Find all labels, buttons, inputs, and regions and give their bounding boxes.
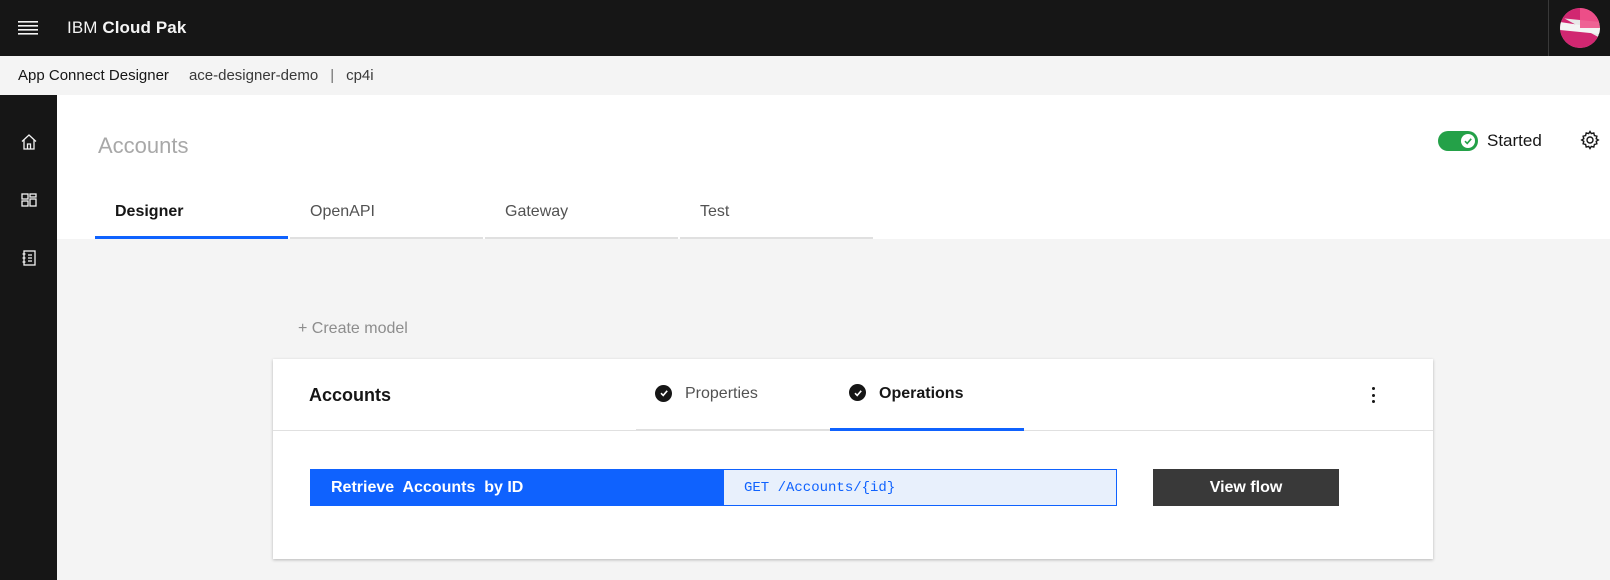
tab-properties-label: Properties bbox=[685, 385, 758, 402]
model-card: Accounts Properties Operations Retrieve … bbox=[273, 359, 1433, 559]
checkmark-icon bbox=[849, 384, 866, 401]
tab-designer[interactable]: Designer bbox=[95, 193, 288, 239]
operation-row: Retrieve Accounts by ID GET /Accounts/{i… bbox=[310, 469, 1117, 506]
model-tabs: Properties Operations bbox=[636, 359, 1024, 431]
dashboard-icon[interactable] bbox=[0, 171, 57, 229]
home-icon[interactable] bbox=[0, 113, 57, 171]
breadcrumb-separator: | bbox=[330, 67, 335, 84]
breadcrumb: App Connect Designer ace-designer-demo |… bbox=[0, 56, 1610, 95]
operation-path: GET /Accounts/{id} bbox=[724, 470, 1116, 505]
catalog-icon[interactable] bbox=[0, 229, 57, 287]
tab-openapi[interactable]: OpenAPI bbox=[290, 193, 483, 239]
page-header: Accounts Started Designer OpenAPI Gatewa… bbox=[57, 95, 1610, 239]
hamburger-menu-icon[interactable] bbox=[0, 0, 56, 56]
create-model-link[interactable]: + Create model bbox=[298, 320, 408, 338]
user-avatar[interactable] bbox=[1559, 8, 1600, 48]
user-menu[interactable] bbox=[1548, 0, 1610, 56]
brand-prefix: IBM bbox=[67, 18, 98, 37]
product-brand[interactable]: IBM Cloud Pak bbox=[67, 18, 186, 38]
model-card-header: Accounts Properties Operations bbox=[273, 359, 1433, 431]
status-indicator: Started bbox=[1438, 131, 1542, 151]
started-toggle[interactable] bbox=[1438, 131, 1478, 151]
top-header: IBM Cloud Pak bbox=[0, 0, 1610, 56]
tab-properties[interactable]: Properties bbox=[636, 359, 830, 431]
breadcrumb-instance[interactable]: ace-designer-demo bbox=[189, 67, 318, 84]
tab-test[interactable]: Test bbox=[680, 193, 873, 239]
status-label: Started bbox=[1487, 131, 1542, 150]
check-icon bbox=[1461, 134, 1475, 148]
view-flow-button[interactable]: View flow bbox=[1153, 469, 1339, 506]
side-navigation bbox=[0, 95, 57, 580]
tab-operations[interactable]: Operations bbox=[830, 359, 1024, 431]
operation-name[interactable]: Retrieve Accounts by ID bbox=[311, 470, 724, 505]
tab-gateway[interactable]: Gateway bbox=[485, 193, 678, 239]
model-title: Accounts bbox=[309, 385, 392, 405]
breadcrumb-app[interactable]: App Connect Designer bbox=[18, 67, 169, 84]
page-title: Accounts bbox=[98, 133, 189, 158]
gear-icon[interactable] bbox=[1580, 130, 1600, 155]
overflow-menu-icon[interactable] bbox=[1365, 385, 1381, 405]
tab-operations-label: Operations bbox=[879, 384, 964, 402]
brand-name: Cloud Pak bbox=[102, 18, 187, 37]
checkmark-icon bbox=[655, 384, 672, 402]
breadcrumb-namespace[interactable]: cp4i bbox=[346, 67, 374, 84]
main-tabs: Designer OpenAPI Gateway Test bbox=[95, 193, 875, 239]
